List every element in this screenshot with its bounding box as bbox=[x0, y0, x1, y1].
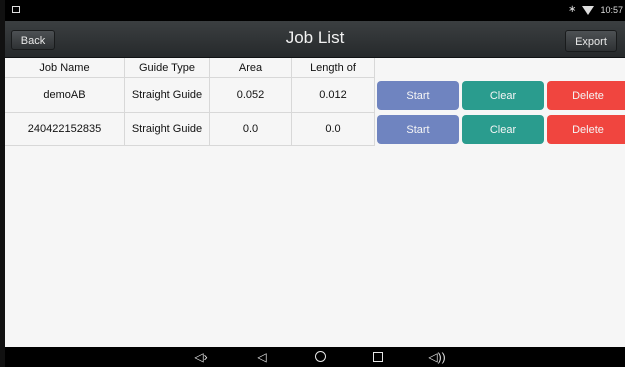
table-row: 240422152835 Straight Guide 0.0 0.0 Star… bbox=[5, 113, 625, 146]
clear-button[interactable]: Clear bbox=[462, 115, 544, 144]
wifi-icon bbox=[582, 5, 595, 15]
table-header: Job Name Guide Type Area Length of bbox=[5, 58, 625, 78]
navigation-bar: ◁› ◁ ◁)) bbox=[5, 347, 625, 367]
notification-icon bbox=[12, 6, 20, 13]
action-bar: Back Job List Export bbox=[5, 21, 625, 58]
export-button[interactable]: Export bbox=[565, 30, 617, 52]
length-cell: 0.012 bbox=[292, 78, 375, 113]
bluetooth-icon: ∗ bbox=[568, 4, 577, 15]
delete-button[interactable]: Delete bbox=[547, 81, 625, 110]
length-cell: 0.0 bbox=[292, 113, 375, 146]
page-title: Job List bbox=[285, 28, 345, 47]
status-icons: ∗ 10:57 bbox=[568, 4, 623, 16]
guide-type-cell: Straight Guide bbox=[125, 78, 210, 113]
home-circle-icon[interactable] bbox=[313, 350, 327, 364]
delete-button[interactable]: Delete bbox=[547, 115, 625, 144]
table-row: demoAB Straight Guide 0.052 0.012 Start … bbox=[5, 78, 625, 113]
status-clock: 10:57 bbox=[600, 5, 623, 15]
start-button[interactable]: Start bbox=[377, 115, 459, 144]
area-cell: 0.0 bbox=[210, 113, 292, 146]
recents-square-icon[interactable] bbox=[371, 350, 385, 364]
guide-type-cell: Straight Guide bbox=[125, 113, 210, 146]
start-button[interactable]: Start bbox=[377, 81, 459, 110]
column-header-job-name: Job Name bbox=[5, 58, 125, 78]
volume-down-icon[interactable]: ◁› bbox=[192, 350, 210, 364]
job-list-table: Job Name Guide Type Area Length of demoA… bbox=[5, 58, 625, 347]
column-header-length: Length of bbox=[292, 58, 375, 78]
job-name-cell: demoAB bbox=[5, 78, 125, 113]
back-triangle-icon[interactable]: ◁ bbox=[255, 350, 269, 364]
clear-button[interactable]: Clear bbox=[462, 81, 544, 110]
column-header-area: Area bbox=[210, 58, 292, 78]
volume-up-icon[interactable]: ◁)) bbox=[428, 350, 446, 364]
job-name-cell: 240422152835 bbox=[5, 113, 125, 146]
status-bar: ∗ 10:57 bbox=[5, 0, 625, 21]
column-header-guide-type: Guide Type bbox=[125, 58, 210, 78]
area-cell: 0.052 bbox=[210, 78, 292, 113]
